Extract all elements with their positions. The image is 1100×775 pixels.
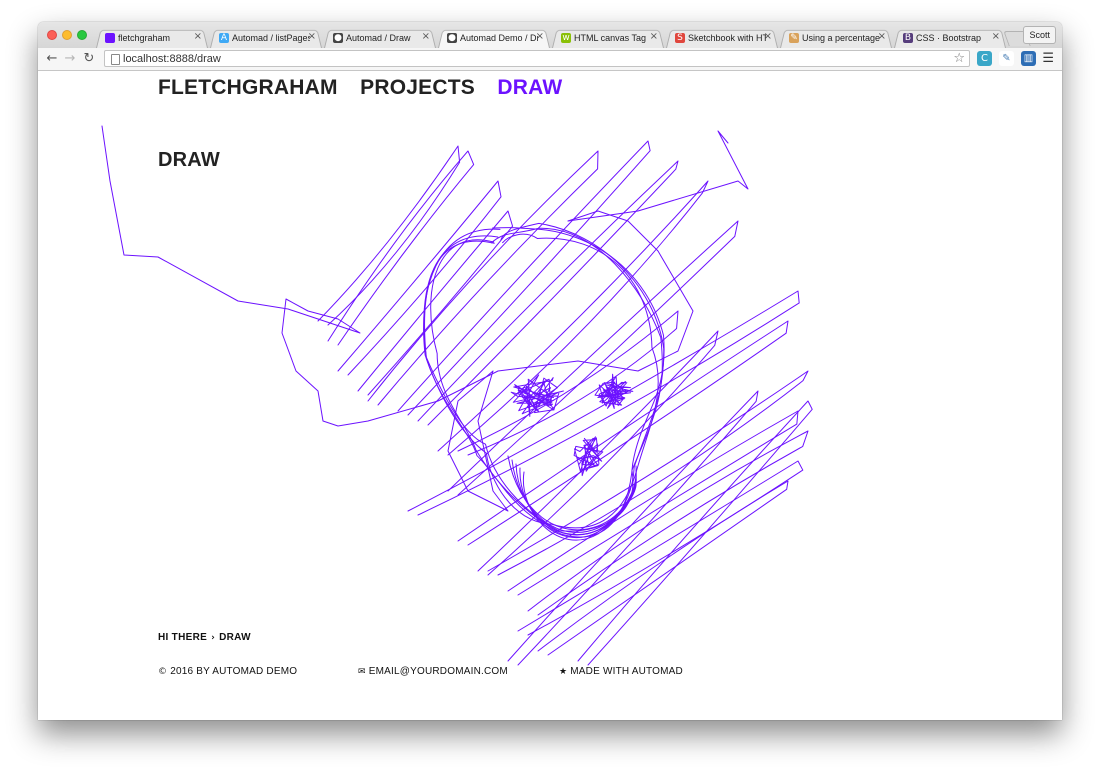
minimize-window-icon[interactable] — [62, 30, 72, 40]
sketchbook-icon: S — [675, 33, 685, 43]
tab-close-icon[interactable]: × — [422, 32, 430, 42]
footer-copyright: © 2016 BY AUTOMAD DEMO — [158, 666, 297, 677]
browser-window: fletchgraham × A Automad / listPages × ● Autom… — [38, 22, 1062, 720]
page-content: FLETCHGRAHAM PROJECTS DRAW DRAW HI THERE… — [38, 71, 1062, 720]
tab-5[interactable]: w HTML canvas Tag × — [552, 28, 664, 48]
tab-close-icon[interactable]: × — [764, 32, 772, 42]
github-icon: ● — [333, 33, 343, 43]
eyedropper-extension-icon[interactable]: ✎ — [999, 51, 1014, 66]
scribble-stroke — [567, 130, 749, 222]
footer-made-with[interactable]: ★ MADE WITH AUTOMAD — [559, 666, 683, 677]
browser-toolbar: ← → ↻ localhost:8888/draw ☆ C ✎ ▥ ☰ — [38, 48, 1062, 71]
address-bar[interactable]: localhost:8888/draw ☆ — [104, 50, 970, 67]
breadcrumb: HI THERE › DRAW — [158, 632, 251, 643]
tab-close-icon[interactable]: × — [650, 32, 658, 42]
breadcrumb-separator: › — [211, 633, 216, 643]
star-icon: ★ — [559, 667, 568, 677]
reload-icon[interactable]: ↻ — [81, 51, 97, 67]
jaw-stroke — [511, 459, 637, 533]
hatch-stroke — [367, 150, 599, 406]
tab-title: Using a percentage m — [802, 33, 880, 43]
footer-email-text[interactable]: EMAIL@YOURDOMAIN.COM — [369, 666, 508, 677]
footer-email[interactable]: ✉ EMAIL@YOURDOMAIN.COM — [358, 666, 508, 677]
tab-8[interactable]: B CSS · Bootstrap × — [894, 28, 1006, 48]
breadcrumb-current: DRAW — [219, 632, 251, 643]
maximize-window-icon[interactable] — [77, 30, 87, 40]
jaw-stroke — [507, 455, 637, 531]
site-nav: FLETCHGRAHAM PROJECTS DRAW — [158, 76, 580, 100]
envelope-icon: ✉ — [358, 667, 366, 677]
extension-c-icon[interactable]: C — [977, 51, 992, 66]
tab-title: Automad Demo / Dra — [460, 33, 538, 43]
tab-title: Automad / Draw — [346, 33, 411, 43]
hatch-stroke — [577, 400, 813, 666]
github-icon: ● — [447, 33, 457, 43]
tab-7[interactable]: ✎Using a percentage m× — [780, 28, 892, 48]
back-arrow-icon[interactable]: ← — [44, 51, 60, 67]
nose-scribble — [573, 436, 604, 477]
page-icon: ✎ — [789, 33, 799, 43]
purple-square-icon — [105, 33, 115, 43]
hatch-stroke — [357, 210, 514, 396]
w3schools-icon: w — [561, 33, 571, 43]
bootstrap-icon: B — [903, 33, 913, 43]
footer-made-with-text[interactable]: MADE WITH AUTOMAD — [570, 666, 683, 677]
url-text[interactable]: localhost:8888/draw — [123, 53, 221, 65]
right-eye-scribble — [594, 373, 634, 409]
tab-4[interactable]: ● Automad Demo / Dra × — [438, 28, 550, 48]
tab-close-icon[interactable]: × — [194, 32, 202, 42]
tab-close-icon[interactable]: × — [536, 32, 544, 42]
tab-title: fletchgraham — [118, 33, 171, 43]
footer-copyright-text: 2016 BY AUTOMAD DEMO — [170, 666, 298, 677]
page-icon — [111, 54, 120, 65]
nav-link-fletchgraham[interactable]: FLETCHGRAHAM — [158, 76, 338, 100]
left-eye-scribble — [510, 374, 564, 417]
hatch-stroke — [317, 145, 461, 326]
menu-icon[interactable]: ☰ — [1042, 51, 1054, 67]
tab-title: Sketchbook with HTM — [688, 33, 766, 43]
tab-2[interactable]: A Automad / listPages × — [210, 28, 322, 48]
copyright-icon: © — [158, 667, 168, 677]
tab-close-icon[interactable]: × — [308, 32, 316, 42]
automad-icon: A — [219, 33, 229, 43]
tab-close-icon[interactable]: × — [992, 32, 1000, 42]
tab-6[interactable]: SSketchbook with HTM× — [666, 28, 778, 48]
tab-title: CSS · Bootstrap — [916, 33, 982, 43]
nav-link-draw[interactable]: DRAW — [497, 76, 562, 100]
forward-arrow-icon[interactable]: → — [62, 51, 78, 67]
tab-3[interactable]: ● Automad / Draw × — [324, 28, 436, 48]
close-window-icon[interactable] — [47, 30, 57, 40]
tab-title: HTML canvas Tag — [574, 33, 647, 43]
breadcrumb-home-link[interactable]: HI THERE — [158, 632, 207, 643]
hatch-stroke — [457, 310, 679, 456]
hatch-stroke — [517, 460, 804, 636]
nav-link-projects[interactable]: PROJECTS — [360, 76, 475, 100]
hatch-stroke — [447, 220, 739, 496]
tab-title: Automad / listPages — [232, 33, 310, 43]
tab-strip: fletchgraham × A Automad / listPages × ● Autom… — [38, 22, 1062, 48]
analytics-extension-icon[interactable]: ▥ — [1021, 51, 1036, 66]
bookmark-star-icon[interactable]: ☆ — [953, 51, 965, 67]
tab-1[interactable]: fletchgraham × — [96, 28, 208, 48]
tab-close-icon[interactable]: × — [878, 32, 886, 42]
profile-button[interactable]: Scott — [1023, 26, 1056, 44]
hatch-stroke — [407, 290, 800, 516]
page-title: DRAW — [158, 149, 220, 171]
jaw-stroke — [519, 467, 637, 538]
